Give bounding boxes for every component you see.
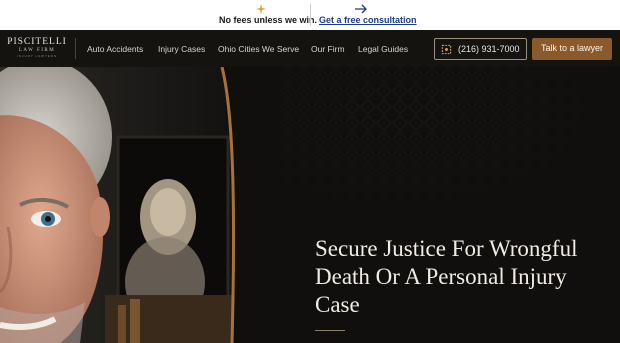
logo-subtitle: LAW FIRM	[18, 48, 56, 53]
talk-to-lawyer-label: Talk to a lawyer	[540, 43, 604, 53]
main-navigation: PISCITELLI LAW FIRM INJURY LAWYERS Auto …	[0, 30, 620, 67]
announcement-bar: No fees unless we win. Get a free consul…	[0, 0, 620, 30]
logo-name: PISCITELLI	[7, 37, 67, 47]
headline-line-2: Death Or A Personal Injury	[315, 264, 567, 289]
arrow-right-icon	[355, 4, 367, 14]
hero-photo	[0, 67, 236, 343]
phone-icon	[441, 44, 452, 55]
nav-item-injury-cases[interactable]: Injury Cases	[158, 44, 205, 54]
talk-to-lawyer-button[interactable]: Talk to a lawyer	[532, 38, 612, 60]
hero-headline: Secure Justice For Wrongful Death Or A P…	[315, 235, 615, 319]
phone-number: (216) 931-7000	[458, 44, 520, 54]
headline-line-3: Case	[315, 292, 360, 317]
hero-section: Secure Justice For Wrongful Death Or A P…	[0, 67, 620, 343]
announcement-divider	[310, 4, 311, 26]
headline-line-1: Secure Justice For Wrongful	[315, 236, 578, 261]
nav-item-auto-accidents[interactable]: Auto Accidents	[87, 44, 143, 54]
headline-underline	[315, 330, 345, 331]
free-consultation-link[interactable]: Get a free consultation	[319, 15, 417, 25]
background-pattern	[280, 67, 620, 237]
firm-logo[interactable]: PISCITELLI LAW FIRM INJURY LAWYERS	[7, 37, 67, 61]
no-fees-text: No fees unless we win.	[219, 15, 318, 25]
phone-button[interactable]: (216) 931-7000	[434, 38, 527, 60]
logo-tagline: INJURY LAWYERS	[16, 54, 58, 58]
nav-item-ohio-cities[interactable]: Ohio Cities We Serve	[218, 44, 299, 54]
nav-item-legal-guides[interactable]: Legal Guides	[358, 44, 408, 54]
nav-item-our-firm[interactable]: Our Firm	[311, 44, 345, 54]
logo-divider	[75, 38, 76, 59]
sparkle-icon	[256, 4, 266, 14]
